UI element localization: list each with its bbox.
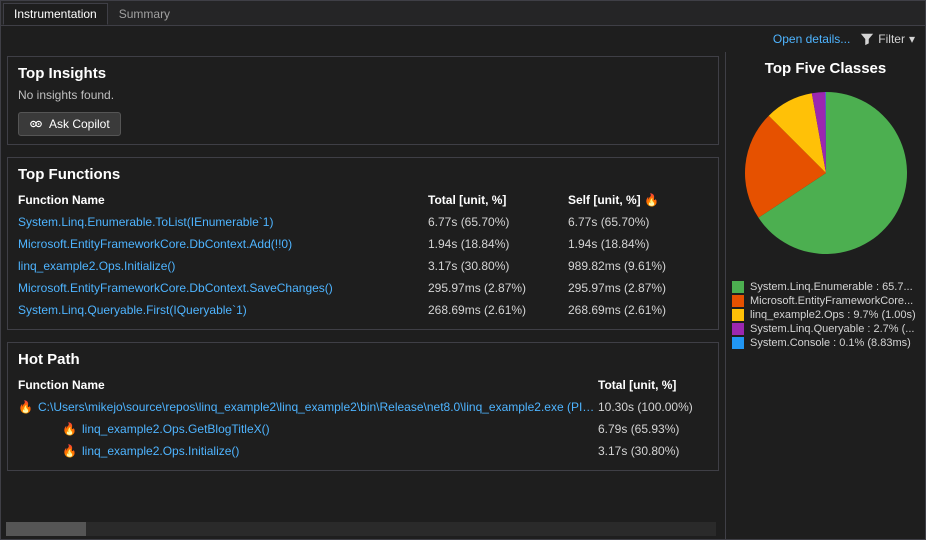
top-five-classes-panel: Top Five Classes System.Linq.Enumerable … xyxy=(725,52,925,540)
filter-button[interactable]: Filter ▾ xyxy=(860,32,915,46)
table-row[interactable]: linq_example2.Ops.Initialize()3.17s (30.… xyxy=(18,255,708,277)
tab-summary[interactable]: Summary xyxy=(108,3,181,25)
toolbar: Open details... Filter ▾ xyxy=(1,26,925,52)
scroll-thumb[interactable] xyxy=(6,522,86,536)
legend-item[interactable]: System.Linq.Queryable : 2.7% (... xyxy=(732,323,919,335)
table-row[interactable]: System.Linq.Enumerable.ToList(IEnumerabl… xyxy=(18,211,708,233)
funnel-icon xyxy=(860,32,874,46)
legend-item[interactable]: Microsoft.EntityFrameworkCore... xyxy=(732,295,919,307)
copilot-label: Ask Copilot xyxy=(49,117,110,131)
hot-path-table: Function Name Total [unit, %] 🔥C:\Users\… xyxy=(18,374,708,462)
pie-legend: System.Linq.Enumerable : 65.7... Microso… xyxy=(732,281,919,351)
top-insights-title: Top Insights xyxy=(18,65,708,82)
hp-col-total[interactable]: Total [unit, %] xyxy=(598,374,708,396)
col-function-name[interactable]: Function Name xyxy=(18,189,428,211)
table-row[interactable]: Microsoft.EntityFrameworkCore.DbContext.… xyxy=(18,233,708,255)
col-total[interactable]: Total [unit, %] xyxy=(428,189,568,211)
legend-item[interactable]: System.Linq.Enumerable : 65.7... xyxy=(732,281,919,293)
swatch xyxy=(732,323,744,335)
chevron-down-icon: ▾ xyxy=(909,32,915,46)
ask-copilot-button[interactable]: Ask Copilot xyxy=(18,112,121,136)
top-functions-title: Top Functions xyxy=(18,166,708,183)
horizontal-scrollbar[interactable] xyxy=(6,522,716,536)
table-row[interactable]: 🔥C:\Users\mikejo\source\repos\linq_examp… xyxy=(18,396,708,418)
hot-path-panel: Hot Path Function Name Total [unit, %] 🔥… xyxy=(7,342,719,471)
swatch xyxy=(732,309,744,321)
flame-icon: 🔥 xyxy=(644,193,659,207)
hot-path-title: Hot Path xyxy=(18,351,708,368)
col-self[interactable]: Self [unit, %] 🔥 xyxy=(568,189,708,211)
legend-item[interactable]: System.Console : 0.1% (8.83ms) xyxy=(732,337,919,349)
flame-icon: 🔥 xyxy=(18,400,32,414)
table-row[interactable]: System.Linq.Queryable.First(IQueryable`1… xyxy=(18,299,708,321)
pie-chart xyxy=(736,83,916,263)
swatch xyxy=(732,281,744,293)
top-functions-table: Function Name Total [unit, %] Self [unit… xyxy=(18,189,708,321)
table-row[interactable]: Microsoft.EntityFrameworkCore.DbContext.… xyxy=(18,277,708,299)
top-insights-panel: Top Insights No insights found. Ask Copi… xyxy=(7,56,719,145)
tab-bar: Instrumentation Summary xyxy=(1,1,925,26)
tab-instrumentation[interactable]: Instrumentation xyxy=(3,3,108,25)
hp-col-name[interactable]: Function Name xyxy=(18,374,598,396)
flame-icon: 🔥 xyxy=(62,444,76,458)
swatch xyxy=(732,295,744,307)
flame-icon: 🔥 xyxy=(62,422,76,436)
top-functions-panel: Top Functions Function Name Total [unit,… xyxy=(7,157,719,330)
swatch xyxy=(732,337,744,349)
copilot-icon xyxy=(29,117,43,131)
table-row[interactable]: 🔥linq_example2.Ops.GetBlogTitleX()6.79s … xyxy=(18,418,708,440)
no-insights-text: No insights found. xyxy=(18,88,708,102)
filter-label: Filter xyxy=(878,32,905,46)
pie-title: Top Five Classes xyxy=(732,60,919,77)
legend-item[interactable]: linq_example2.Ops : 9.7% (1.00s) xyxy=(732,309,919,321)
table-row[interactable]: 🔥linq_example2.Ops.Initialize()3.17s (30… xyxy=(18,440,708,462)
open-details-link[interactable]: Open details... xyxy=(773,32,850,46)
